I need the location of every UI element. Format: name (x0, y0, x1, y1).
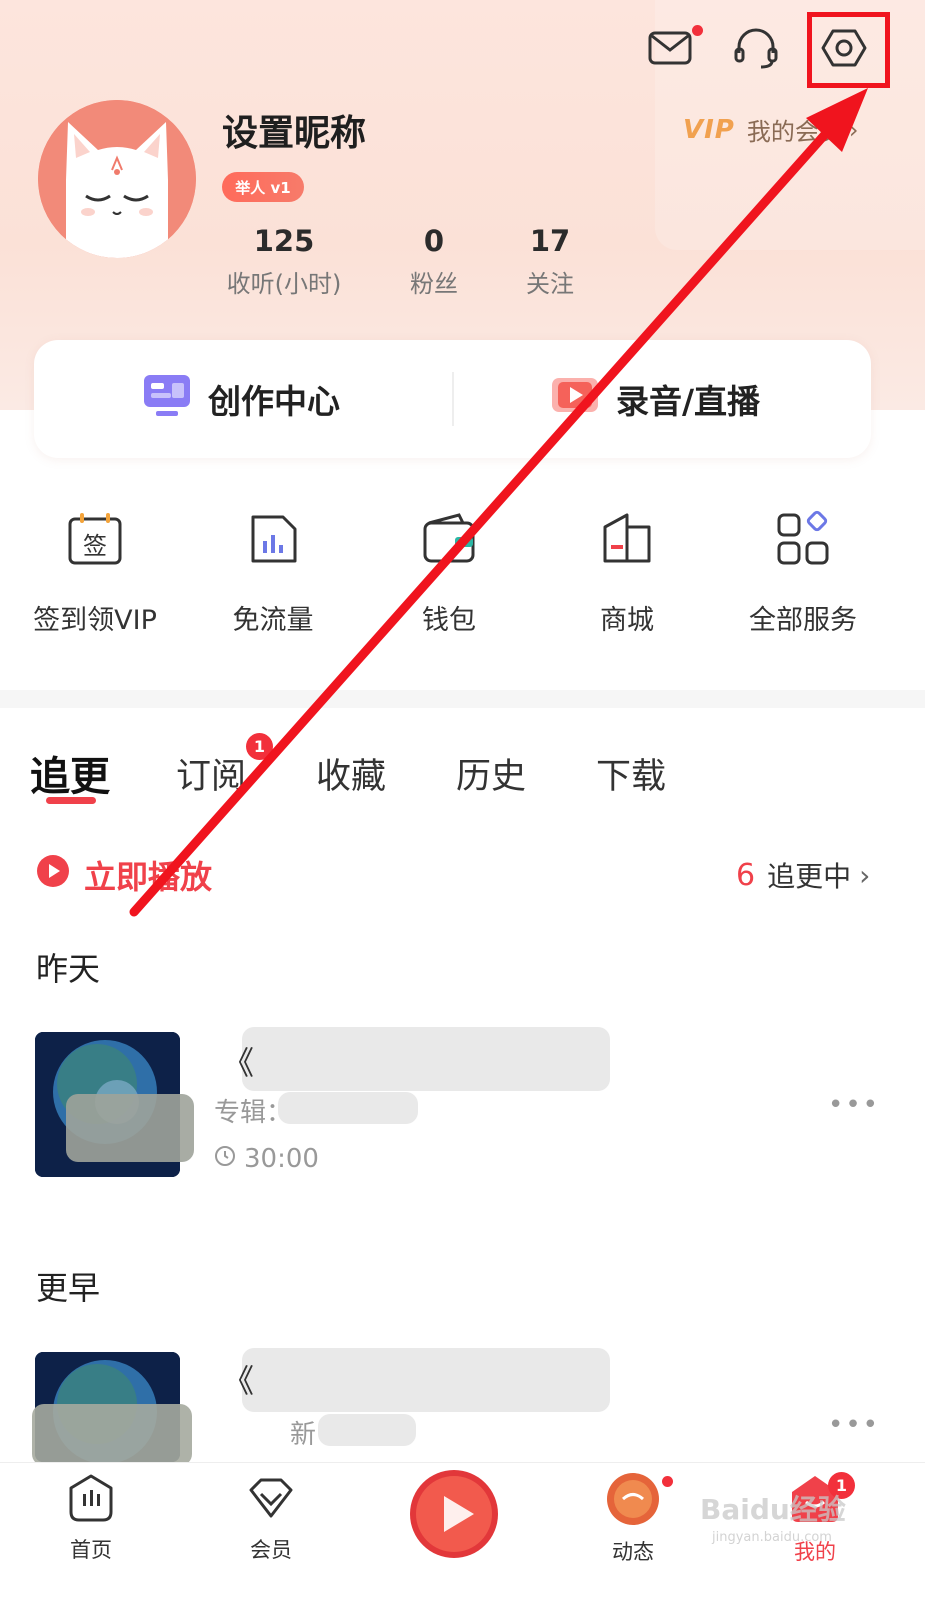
service-label: 全部服务 (749, 605, 857, 636)
morning-news-icon[interactable] (408, 1468, 500, 1560)
tab-badge: 1 (246, 733, 273, 760)
nav-label: 动态 (612, 1540, 654, 1564)
creator-center-button[interactable]: 创作中心 (142, 340, 340, 458)
vip-logo: VIP (683, 114, 735, 145)
play-all-button[interactable]: 立即播放 (36, 852, 212, 898)
stat-value: 125 (253, 224, 315, 258)
creator-center-label: 创作中心 (208, 382, 340, 421)
nickname[interactable]: 设置昵称 (222, 104, 366, 156)
baidu-watermark-url: jingyan.baidu.com (712, 1530, 832, 1545)
clock-icon (214, 1144, 236, 1174)
vip-diamond-icon (216, 1472, 326, 1528)
play-all-label: 立即播放 (84, 858, 213, 896)
stat-following[interactable]: 17 关注 (500, 224, 600, 299)
baidu-watermark: Baidu经验 (700, 1493, 846, 1526)
tab-history[interactable]: 历史 (456, 748, 526, 799)
service-label: 商城 (600, 605, 654, 636)
more-options-icon[interactable]: ••• (828, 1410, 880, 1440)
blurred-cover-overlay (32, 1404, 192, 1466)
blurred-cover-overlay (66, 1094, 194, 1162)
creator-center-icon (142, 373, 192, 425)
home-icon (36, 1472, 146, 1528)
blurred-title (242, 1027, 610, 1091)
store-icon (596, 508, 658, 570)
more-options-icon[interactable]: ••• (828, 1090, 880, 1120)
my-vip-link[interactable]: VIP 我的会员 › (683, 112, 858, 147)
section-divider (0, 690, 925, 708)
divider (452, 372, 454, 426)
avatar[interactable] (38, 100, 196, 258)
section-title-yesterday: 昨天 (36, 950, 101, 988)
section-title-earlier: 更早 (36, 1269, 101, 1307)
episode-duration: 30:00 (214, 1144, 319, 1174)
feed-badge-dot (662, 1476, 673, 1487)
service-label: 钱包 (422, 605, 476, 636)
sign-in-icon: 签 (64, 508, 126, 570)
stat-label: 收听(小时) (226, 270, 342, 298)
record-live-button[interactable]: 录音/直播 (550, 340, 760, 458)
updating-link[interactable]: 6 追更中 › (736, 855, 870, 895)
mail-icon[interactable] (640, 18, 700, 78)
nav-label: 首页 (70, 1538, 112, 1562)
nav-vip[interactable]: 会员 (216, 1472, 326, 1564)
service-data-free[interactable]: 免流量 (188, 508, 358, 637)
tab-favorites[interactable]: 收藏 (316, 748, 386, 799)
record-live-label: 录音/直播 (616, 382, 761, 421)
my-vip-label: 我的会员 (746, 118, 843, 146)
blurred-album-name (278, 1092, 418, 1124)
level-badge[interactable]: 举人 v1 (222, 172, 304, 202)
updating-label: 追更中 (767, 860, 852, 893)
tab-following-updates[interactable]: 追更 (30, 744, 110, 802)
data-free-icon (242, 508, 304, 570)
duration-value: 30:00 (244, 1144, 319, 1174)
mail-unread-dot (692, 25, 703, 36)
stat-value: 17 (529, 224, 571, 258)
wallet-icon (418, 508, 480, 570)
stat-label: 关注 (526, 270, 574, 298)
stat-fans[interactable]: 0 粉丝 (384, 224, 484, 299)
settings-highlight-box (807, 12, 890, 88)
service-store[interactable]: 商城 (542, 508, 712, 637)
service-sign-in[interactable]: 签 签到领VIP (10, 508, 180, 637)
tab-subscriptions[interactable]: 订阅 (176, 748, 246, 799)
creator-card: 创作中心 录音/直播 (34, 340, 871, 458)
service-label: 签到领VIP (33, 605, 157, 636)
stat-listen-hours[interactable]: 125 收听(小时) (214, 224, 354, 299)
updating-count: 6 (736, 857, 756, 893)
episode-title-prefix: 《 (222, 1044, 255, 1082)
tab-downloads[interactable]: 下载 (596, 748, 666, 799)
chevron-right-icon: › (859, 858, 871, 892)
nav-label: 会员 (250, 1538, 292, 1562)
stat-value: 0 (423, 224, 445, 258)
svg-text:签: 签 (83, 532, 107, 560)
service-all[interactable]: 全部服务 (718, 508, 888, 637)
chevron-right-icon: › (848, 115, 859, 144)
service-wallet[interactable]: 钱包 (364, 508, 534, 637)
blurred-album-name (318, 1414, 416, 1446)
service-label: 免流量 (232, 605, 314, 636)
all-services-icon (772, 508, 834, 570)
nav-home[interactable]: 首页 (36, 1472, 146, 1564)
play-circle-icon (36, 854, 70, 896)
blurred-title (242, 1348, 610, 1412)
stat-label: 粉丝 (410, 270, 458, 298)
episode-album-meta: 新 (290, 1420, 317, 1450)
record-live-icon (550, 374, 600, 424)
active-tab-indicator (46, 797, 96, 804)
headset-icon[interactable] (726, 18, 786, 78)
episode-title-prefix: 《 (222, 1362, 255, 1400)
nav-feed[interactable]: 动态 (578, 1472, 688, 1566)
